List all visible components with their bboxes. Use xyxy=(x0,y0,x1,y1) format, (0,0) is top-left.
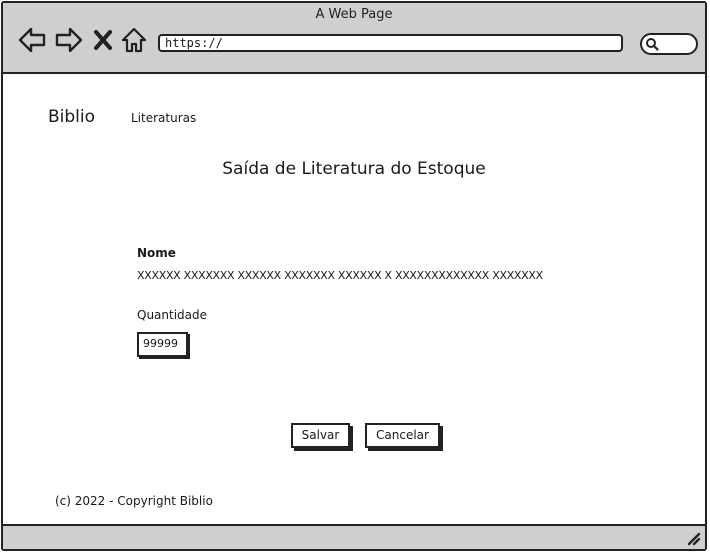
forward-arrow-icon[interactable] xyxy=(54,25,84,55)
browser-toolbar: A Web Page https:// xyxy=(3,3,705,74)
nav-link-literaturas[interactable]: Literaturas xyxy=(131,111,196,125)
name-label: Nome xyxy=(137,246,176,260)
save-button[interactable]: Salvar xyxy=(291,423,350,448)
search-icon xyxy=(646,38,659,51)
browser-status-bar xyxy=(3,524,705,549)
quantity-input[interactable]: 99999 xyxy=(137,332,188,357)
resize-grip-icon[interactable] xyxy=(685,530,701,546)
quantity-label: Quantidade xyxy=(137,308,208,322)
cancel-button[interactable]: Cancelar xyxy=(365,423,440,448)
brand-logo: Biblio xyxy=(48,107,96,127)
browser-title: A Web Page xyxy=(315,7,393,22)
url-input[interactable]: https:// xyxy=(158,34,623,52)
footer-copyright: (c) 2022 - Copyright Biblio xyxy=(55,494,213,508)
browser-search-box[interactable] xyxy=(640,33,698,55)
page-title: Saída de Literatura do Estoque xyxy=(222,159,486,179)
back-arrow-icon[interactable] xyxy=(17,25,47,55)
home-icon[interactable] xyxy=(119,25,149,55)
name-value: XXXXXX XXXXXXX XXXXXX XXXXXXX XXXXXX X X… xyxy=(137,269,543,282)
close-icon[interactable] xyxy=(91,25,115,55)
browser-window: A Web Page https:// Biblio Literaturas S… xyxy=(1,1,707,551)
page-content: Biblio Literaturas Saída de Literatura d… xyxy=(3,74,705,526)
